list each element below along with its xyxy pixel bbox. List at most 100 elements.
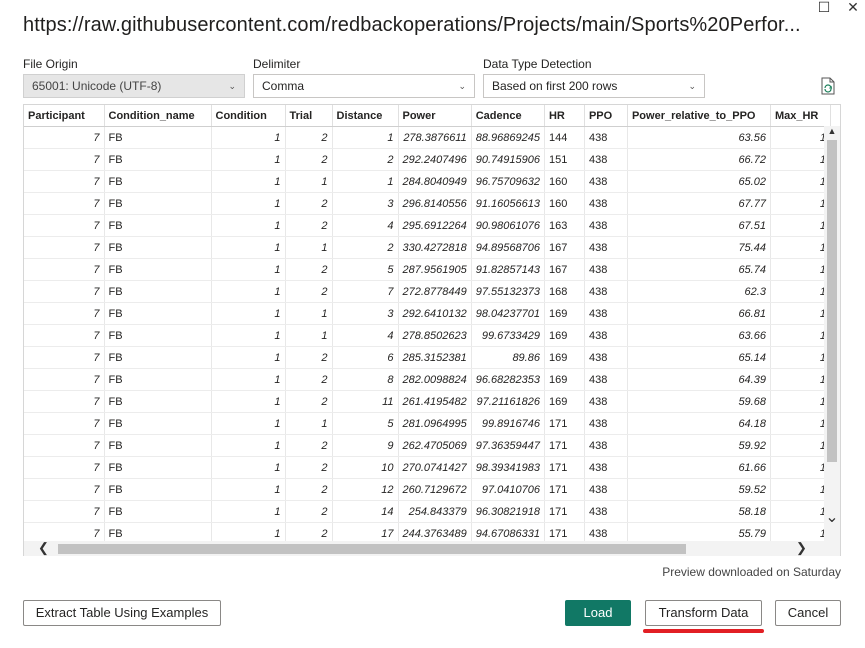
table-cell: 1 [211,280,286,303]
table-row[interactable]: 7 FB 1 1 2 330.4272818 94.89568706 167 438 75.44 1 [24,236,831,259]
table-cell: 169 [544,390,585,413]
column-header[interactable]: Power_relative_to_PPO [627,105,771,127]
table-cell: 160 [544,170,585,193]
table-row[interactable]: 7 FB 1 2 14 254.843379 96.30821918 171 438 58.18 1 [24,500,831,523]
horizontal-scrollbar[interactable]: ❮ ❯ [24,540,840,556]
extract-table-button[interactable]: Extract Table Using Examples [23,600,221,626]
table-header-row: Participant Condition_name Condition Trial D… [24,105,831,127]
table-row[interactable]: 7 FB 1 2 4 295.6912264 90.98061076 163 438 67.51 1 [24,214,831,237]
table-cell: 1 [332,170,399,193]
table-cell: 1 [770,390,831,413]
table-cell: 151 [544,148,585,171]
vertical-scroll-thumb[interactable] [827,140,837,462]
table-row[interactable]: 7 FB 1 2 2 292.2407496 90.74915906 151 438 66.72 1 [24,148,831,171]
column-header[interactable]: Trial [285,105,333,127]
data-type-detection-value: Based on first 200 rows [492,79,618,93]
table-row[interactable]: 7 FB 1 2 9 262.4705069 97.36359447 171 438 59.92 1 [24,434,831,457]
table-cell: 330.4272818 [398,236,472,259]
table-cell: 1 [211,236,286,259]
column-header[interactable]: Condition_name [104,105,212,127]
load-button[interactable]: Load [565,600,631,626]
table-cell: 1 [770,456,831,479]
table-row[interactable]: 7 FB 1 2 12 260.7129672 97.0410706 171 438 59.52 1 [24,478,831,501]
table-cell: 169 [544,302,585,325]
table-cell: 7 [24,324,105,347]
table-row[interactable]: 7 FB 1 2 5 287.9561905 91.82857143 167 438 65.74 1 [24,258,831,281]
table-cell: 1 [211,258,286,281]
table-row[interactable]: 7 FB 1 2 10 270.0741427 98.39341983 171 438 61.66… [24,456,831,479]
table-row[interactable]: 7 FB 1 2 1 278.3876611 88.96869245 144 438 63.56 1 [24,126,831,149]
table-cell: 169 [544,324,585,347]
table-cell: 1 [770,346,831,369]
highlight-underline [643,629,764,633]
table-cell: 295.6912264 [398,214,472,237]
scroll-up-icon[interactable]: ▲ [824,126,840,136]
maximize-icon[interactable]: ☐ [817,0,831,14]
refresh-preview-icon[interactable] [820,77,836,95]
table-cell: 7 [24,170,105,193]
table-cell: 438 [584,126,628,149]
table-cell: 2 [285,258,333,281]
table-cell: FB [104,192,212,215]
chevron-down-icon: ⌄ [228,81,236,91]
table-row[interactable]: 7 FB 1 2 3 296.8140556 91.16056613 160 438 67.77 1 [24,192,831,215]
table-cell: 65.74 [627,258,771,281]
table-row[interactable]: 7 FB 1 2 11 261.4195482 97.21161826 169 438 59.68… [24,390,831,413]
delimiter-dropdown[interactable]: Comma ⌄ [253,74,475,98]
table-row[interactable]: 7 FB 1 2 8 282.0098824 96.68282353 169 438 64.39 1 [24,368,831,391]
table-row[interactable]: 7 FB 1 2 7 272.8778449 97.55132373 168 438 62.3 1 [24,280,831,303]
column-header[interactable]: Cadence [471,105,545,127]
table-cell: FB [104,478,212,501]
file-origin-dropdown[interactable]: 65001: Unicode (UTF-8) ⌄ [23,74,245,98]
close-icon[interactable]: ✕ [846,0,860,14]
table-cell: 2 [285,214,333,237]
table-cell: 1 [770,214,831,237]
column-header[interactable]: Participant [24,105,105,127]
data-preview-table[interactable]: Participant Condition_name Condition Trial D… [23,104,841,556]
scroll-down-icon[interactable]: ⌄ [824,507,840,527]
transform-data-button[interactable]: Transform Data [645,600,762,626]
preview-status-text: Preview downloaded on Saturday [662,565,841,579]
table-cell: 97.0410706 [471,478,545,501]
table-cell: 2 [285,148,333,171]
column-header[interactable]: HR [544,105,585,127]
table-cell: 281.0964995 [398,412,472,435]
table-cell: 1 [770,412,831,435]
cancel-button[interactable]: Cancel [775,600,841,626]
column-header[interactable]: PPO [584,105,628,127]
column-header[interactable]: Condition [211,105,286,127]
table-row[interactable]: 7 FB 1 2 6 285.3152381 89.86 169 438 65.14 1 [24,346,831,369]
table-cell: 66.72 [627,148,771,171]
table-row[interactable]: 7 FB 1 1 1 284.8040949 96.75709632 160 438 65.02 1 [24,170,831,193]
table-cell: 1 [770,434,831,457]
column-header[interactable]: Distance [332,105,399,127]
table-cell: 144 [544,126,585,149]
scroll-left-icon[interactable]: ❮ [38,540,49,556]
table-cell: 438 [584,478,628,501]
table-cell: 282.0098824 [398,368,472,391]
table-cell: 262.4705069 [398,434,472,457]
table-row[interactable]: 7 FB 1 1 5 281.0964995 99.8916746 171 438 64.18 1 [24,412,831,435]
table-cell: 284.8040949 [398,170,472,193]
table-cell: 1 [285,324,333,347]
column-header[interactable]: Max_HR [770,105,831,127]
data-type-detection-dropdown[interactable]: Based on first 200 rows ⌄ [483,74,705,98]
table-cell: 7 [24,390,105,413]
table-cell: 1 [285,302,333,325]
table-cell: 169 [544,368,585,391]
table-cell: 1 [211,412,286,435]
table-row[interactable]: 7 FB 1 1 4 278.8502623 99.6733429 169 438 63.66 1 [24,324,831,347]
table-cell: 59.92 [627,434,771,457]
column-header[interactable]: Power [398,105,472,127]
scroll-right-icon[interactable]: ❯ [796,540,807,556]
table-cell: 1 [770,368,831,391]
table-cell: 5 [332,258,399,281]
horizontal-scroll-thumb[interactable] [58,544,686,554]
vertical-scrollbar[interactable]: ▲ ⌄ [824,126,840,542]
table-cell: 438 [584,148,628,171]
table-cell: 99.6733429 [471,324,545,347]
table-row[interactable]: 7 FB 1 1 3 292.6410132 98.04237701 169 438 66.81 1 [24,302,831,325]
table-cell: 1 [211,500,286,523]
table-cell: 2 [285,478,333,501]
data-type-detection-label: Data Type Detection [483,57,592,71]
